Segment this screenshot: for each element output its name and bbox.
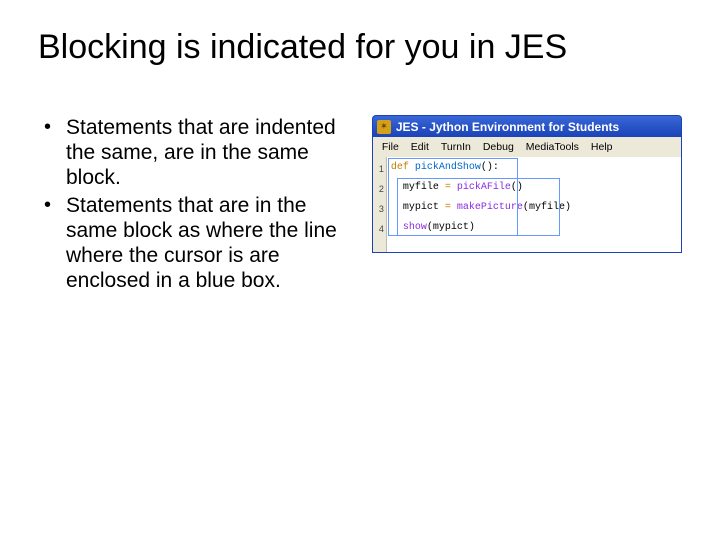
menu-edit[interactable]: Edit bbox=[405, 139, 435, 155]
menu-help[interactable]: Help bbox=[585, 139, 619, 155]
code-line: def pickAndShow(): bbox=[391, 158, 677, 178]
code-line: show(mypict) bbox=[391, 218, 677, 238]
bullet-list: Statements that are indented the same, a… bbox=[38, 115, 356, 295]
code-area[interactable]: def pickAndShow(): myfile = pickAFile() … bbox=[387, 157, 681, 252]
menubar: File Edit TurnIn Debug MediaTools Help bbox=[372, 137, 682, 157]
window-title: JES - Jython Environment for Students bbox=[396, 120, 619, 134]
list-item: Statements that are in the same block as… bbox=[66, 193, 356, 294]
gutter-number: 4 bbox=[373, 219, 384, 239]
slide-title: Blocking is indicated for you in JES bbox=[38, 28, 682, 67]
window-titlebar: ✶ JES - Jython Environment for Students bbox=[372, 115, 682, 137]
jes-window: ✶ JES - Jython Environment for Students … bbox=[372, 115, 682, 253]
list-item: Statements that are indented the same, a… bbox=[66, 115, 356, 191]
line-gutter: 1 2 3 4 bbox=[373, 157, 387, 252]
gutter-number: 3 bbox=[373, 199, 384, 219]
menu-turnin[interactable]: TurnIn bbox=[435, 139, 477, 155]
code-line: mypict = makePicture(myfile) bbox=[391, 198, 677, 218]
gutter-number: 2 bbox=[373, 179, 384, 199]
code-line: myfile = pickAFile() bbox=[391, 178, 677, 198]
gutter-number: 1 bbox=[373, 159, 384, 179]
menu-mediatools[interactable]: MediaTools bbox=[520, 139, 585, 155]
app-icon: ✶ bbox=[377, 120, 391, 134]
menu-debug[interactable]: Debug bbox=[477, 139, 520, 155]
editor: 1 2 3 4 def pickAndShow(): myfile = pick… bbox=[372, 157, 682, 253]
menu-file[interactable]: File bbox=[376, 139, 405, 155]
